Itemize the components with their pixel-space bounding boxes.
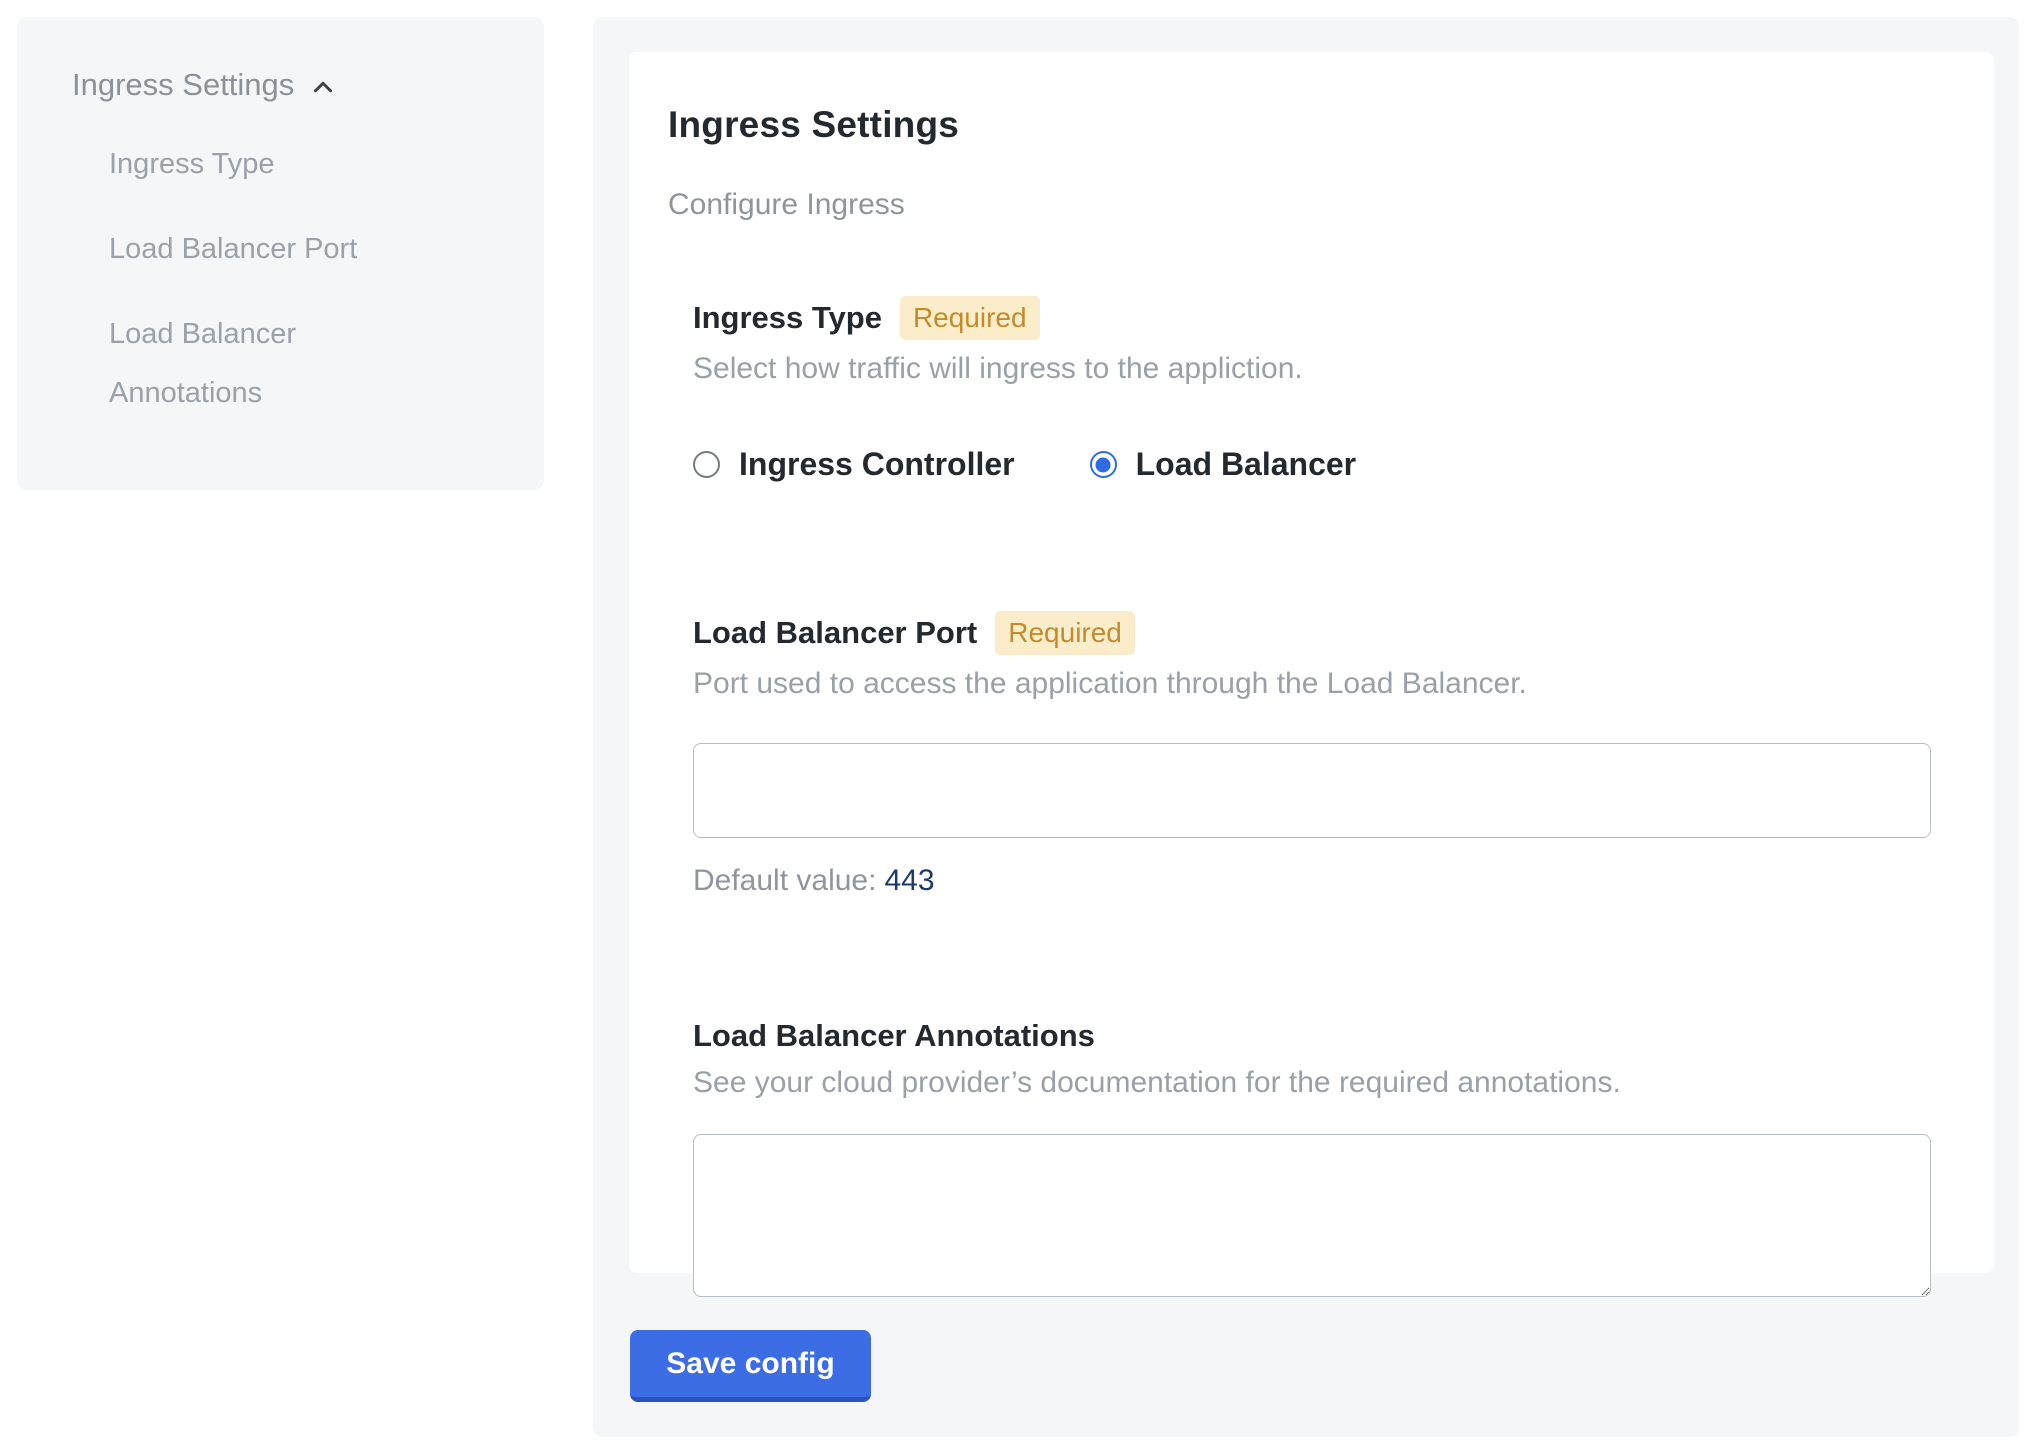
ingress-type-title: Ingress Type (693, 300, 882, 336)
radio-label-load-balancer[interactable]: Load Balancer (1136, 446, 1357, 483)
lb-port-input[interactable] (693, 743, 1931, 838)
settings-sidebar: Ingress Settings Ingress Type Load Balan… (17, 17, 544, 490)
lb-port-title: Load Balancer Port (693, 615, 977, 651)
sidebar-nav-list: Ingress Type Load Balancer Port Load Bal… (109, 135, 504, 423)
chevron-up-icon (308, 72, 338, 102)
lb-annotations-textarea[interactable] (693, 1134, 1931, 1297)
required-badge: Required (900, 296, 1040, 340)
page-title: Ingress Settings (668, 104, 1955, 146)
save-config-button[interactable]: Save config (630, 1330, 871, 1402)
page-subtitle: Configure Ingress (668, 188, 1955, 222)
ingress-type-options: Ingress Controller Load Balancer (693, 446, 1931, 483)
radio-ingress-controller[interactable]: Ingress Controller (693, 446, 1015, 483)
radio-load-balancer[interactable]: Load Balancer (1090, 446, 1357, 483)
sidebar-item-load-balancer-annotations[interactable]: Load Balancer Annotations (109, 305, 409, 423)
sidebar-group-label: Ingress Settings (72, 65, 294, 105)
section-load-balancer-annotations: Load Balancer Annotations See your cloud… (693, 1018, 1931, 1297)
lb-annotations-help: See your cloud provider’s documentation … (693, 1066, 1931, 1100)
lb-port-default-row: Default value:443 (693, 864, 1931, 898)
ingress-type-help: Select how traffic will ingress to the a… (693, 352, 1931, 386)
lb-port-help: Port used to access the application thro… (693, 667, 1931, 701)
lb-annotations-title: Load Balancer Annotations (693, 1018, 1095, 1054)
radio-label-ingress-controller[interactable]: Ingress Controller (739, 446, 1015, 483)
default-label: Default value: (693, 864, 876, 897)
default-value: 443 (884, 864, 934, 897)
radio-selected-icon[interactable] (1090, 451, 1117, 478)
sidebar-group-ingress-settings[interactable]: Ingress Settings (72, 65, 504, 105)
sidebar-item-ingress-type[interactable]: Ingress Type (109, 135, 409, 194)
config-main-panel: Ingress Settings Configure Ingress Ingre… (593, 17, 2019, 1437)
ingress-settings-card: Ingress Settings Configure Ingress Ingre… (629, 52, 1994, 1273)
section-ingress-type: Ingress Type Required Select how traffic… (693, 296, 1931, 483)
required-badge: Required (995, 611, 1135, 655)
sidebar-item-load-balancer-port[interactable]: Load Balancer Port (109, 220, 409, 279)
section-load-balancer-port: Load Balancer Port Required Port used to… (693, 611, 1931, 898)
radio-unselected-icon[interactable] (693, 451, 720, 478)
